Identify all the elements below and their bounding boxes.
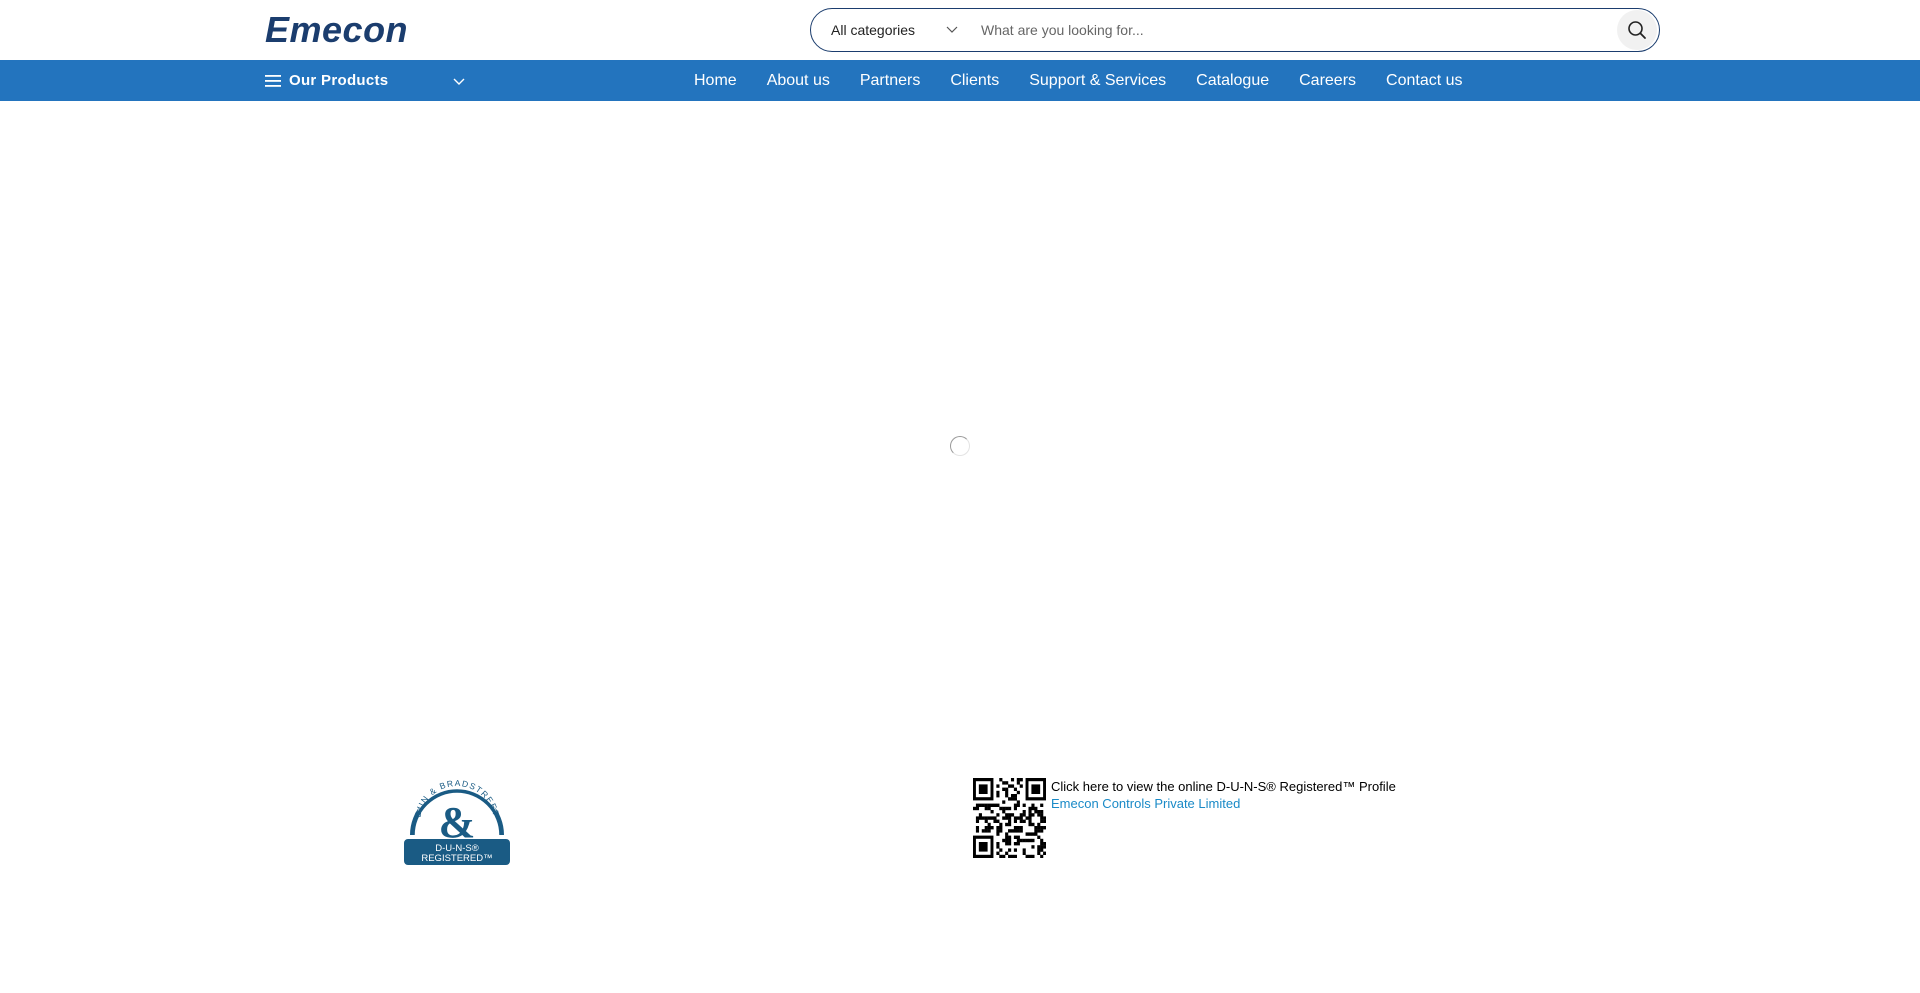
nav-link-about-us[interactable]: About us bbox=[767, 72, 830, 90]
duns-profile-text: Click here to view the online D-U-N-S® R… bbox=[1051, 778, 1396, 812]
duns-company-name[interactable]: Emecon Controls Private Limited bbox=[1051, 795, 1396, 812]
nav-link-clients[interactable]: Clients bbox=[950, 72, 999, 90]
qr-code-icon bbox=[973, 778, 1047, 859]
site-logo[interactable]: Emecon bbox=[265, 10, 408, 50]
our-products-menu[interactable]: Our Products bbox=[265, 60, 465, 101]
nav-link-careers[interactable]: Careers bbox=[1299, 72, 1356, 90]
nav-links: Home About us Partners Clients Support &… bbox=[694, 60, 1493, 101]
category-select[interactable]: All categories bbox=[811, 9, 971, 51]
nav-link-support-services[interactable]: Support & Services bbox=[1029, 72, 1166, 90]
category-select-value: All categories bbox=[831, 22, 916, 38]
loading-spinner bbox=[950, 436, 970, 456]
nav-link-catalogue[interactable]: Catalogue bbox=[1196, 72, 1269, 90]
badge-line2: REGISTERED™ bbox=[421, 853, 492, 864]
search-icon bbox=[1627, 20, 1647, 40]
chevron-down-icon bbox=[453, 73, 465, 91]
search-bar: All categories bbox=[810, 8, 1660, 52]
duns-profile-link[interactable]: Click here to view the online D-U-N-S® R… bbox=[973, 778, 1433, 860]
main-navbar: Our Products Home About us Partners Clie… bbox=[0, 60, 1920, 101]
header: Emecon All categories bbox=[0, 0, 1920, 60]
nav-link-contact-us[interactable]: Contact us bbox=[1386, 72, 1462, 90]
search-button[interactable] bbox=[1617, 10, 1657, 50]
duns-profile-caption: Click here to view the online D-U-N-S® R… bbox=[1051, 779, 1396, 794]
menu-icon bbox=[265, 74, 281, 87]
chevron-down-icon bbox=[945, 23, 959, 37]
dun-bradstreet-badge[interactable]: DUN & BRADSTREET & D-U-N-S® REGISTERED™ bbox=[404, 773, 510, 865]
our-products-label: Our Products bbox=[289, 72, 389, 89]
search-input[interactable] bbox=[971, 9, 1617, 51]
nav-link-home[interactable]: Home bbox=[694, 72, 737, 90]
nav-link-partners[interactable]: Partners bbox=[860, 72, 920, 90]
